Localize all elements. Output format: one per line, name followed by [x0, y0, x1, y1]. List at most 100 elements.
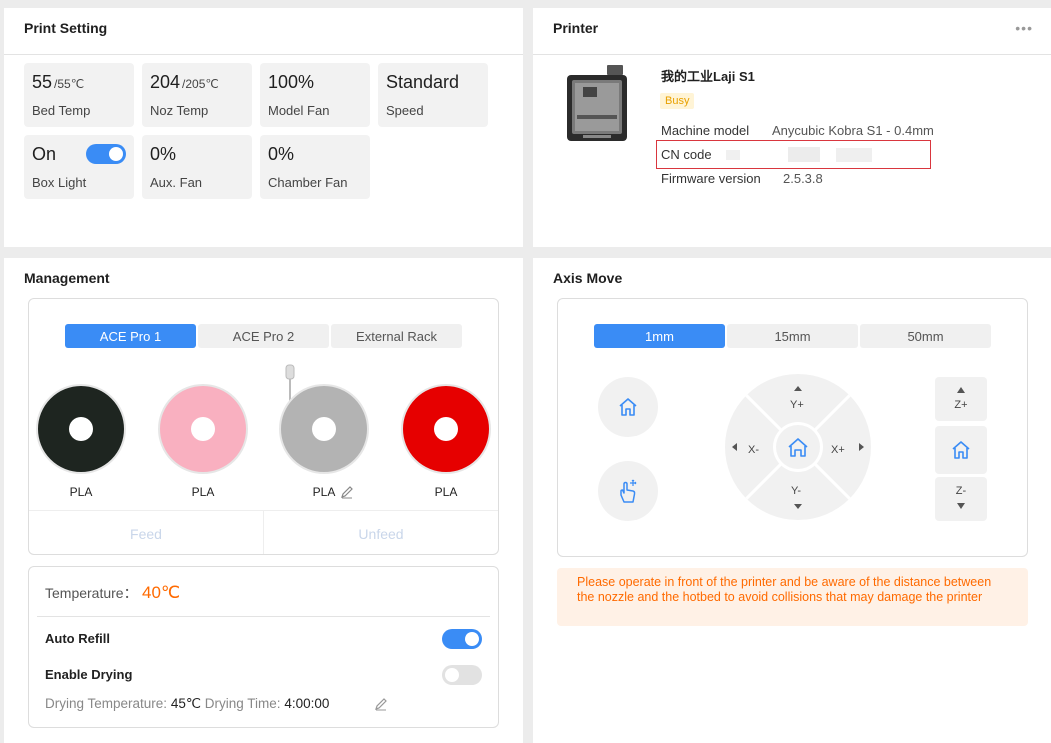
home-all-button[interactable]	[598, 377, 658, 437]
printer-image	[567, 65, 627, 141]
x-plus-label[interactable]: X+	[831, 444, 845, 456]
y-minus-label[interactable]: Y-	[791, 485, 801, 497]
axis-box: 1mm 15mm 50mm Y+ Y- X- X+ Z+ Z-	[557, 298, 1028, 557]
drying-time-value: 4:00:00	[284, 696, 330, 711]
aux-fan-tile[interactable]: 0% Aux. Fan	[142, 135, 252, 199]
step-tabs: 1mm 15mm 50mm	[594, 324, 991, 348]
spool-4-type: PLA	[434, 485, 458, 499]
enable-drying-toggle[interactable]	[442, 665, 482, 685]
cn-code-redacted	[788, 147, 820, 162]
drying-temp-value: 45℃	[170, 696, 202, 711]
aux-fan-label: Aux. Fan	[150, 175, 203, 190]
printer-title: Printer	[553, 20, 599, 36]
bed-temp-tile[interactable]: 55/55℃ Bed Temp	[24, 63, 134, 127]
axis-move-title: Axis Move	[553, 270, 623, 286]
manual-move-button[interactable]	[598, 461, 658, 521]
temperature-value: 40℃	[142, 583, 181, 602]
unfeed-button[interactable]: Unfeed	[263, 511, 498, 554]
ace-tabs: ACE Pro 1 ACE Pro 2 External Rack	[65, 324, 462, 348]
auto-refill-toggle[interactable]	[442, 629, 482, 649]
box-light-label: Box Light	[32, 175, 87, 190]
x-minus-label[interactable]: X-	[748, 444, 759, 456]
z-minus-label: Z-	[955, 485, 967, 497]
xy-joystick	[725, 374, 871, 520]
box-light-value: On	[32, 144, 57, 164]
step-1mm[interactable]: 1mm	[594, 324, 725, 348]
auto-refill-label: Auto Refill	[45, 631, 110, 646]
home-z-button[interactable]	[935, 426, 987, 474]
status-badge: Busy	[660, 93, 695, 109]
z-minus-button[interactable]: Z-	[935, 477, 987, 521]
bed-temp-label: Bed Temp	[32, 103, 91, 118]
bed-temp-target: /55℃	[54, 77, 85, 91]
axis-move-panel: Axis Move 1mm 15mm 50mm Y+ Y- X- X+ Z+ Z…	[533, 258, 1051, 743]
model-fan-label: Model Fan	[268, 103, 330, 118]
speed-tile[interactable]: Standard Speed	[378, 63, 488, 127]
box-light-toggle[interactable]	[86, 144, 126, 164]
speed-label: Speed	[386, 103, 424, 118]
collision-warning: Please operate in front of the printer a…	[557, 568, 1028, 626]
nozzle-temp-tile[interactable]: 204/205℃ Noz Temp	[142, 63, 252, 127]
drying-temp-label: Drying Temperature:	[45, 696, 168, 711]
cn-code-label: CN code	[661, 147, 712, 162]
firmware-label: Firmware version	[661, 171, 761, 186]
speed-value: Standard	[386, 72, 460, 92]
spool-1-icon[interactable]	[36, 384, 126, 474]
nozzle-temp-target: /205℃	[182, 77, 219, 91]
more-dots-icon[interactable]: •••	[1015, 20, 1033, 36]
home-icon	[619, 398, 637, 416]
management-panel: Management ACE Pro 1 ACE Pro 2 External …	[4, 258, 523, 743]
edit-pencil-icon[interactable]	[340, 485, 354, 499]
enable-drying-label: Enable Drying	[45, 667, 133, 682]
model-fan-tile[interactable]: 100% Model Fan	[260, 63, 370, 127]
spool-2-icon[interactable]	[158, 384, 248, 474]
cn-code-redacted	[836, 148, 872, 162]
print-setting-title: Print Setting	[24, 20, 108, 36]
divider	[37, 616, 490, 617]
hand-move-icon	[620, 479, 637, 503]
home-xy-button[interactable]	[776, 425, 820, 469]
print-setting-panel: Print Setting 55/55℃ Bed Temp 204/205℃ N…	[4, 8, 523, 247]
feed-bar: Feed Unfeed	[29, 510, 498, 554]
z-plus-button[interactable]: Z+	[935, 377, 987, 421]
spool-1-type: PLA	[69, 485, 93, 499]
management-title: Management	[24, 270, 110, 286]
divider	[533, 54, 1051, 55]
step-50mm[interactable]: 50mm	[860, 324, 991, 348]
chamber-fan-tile[interactable]: 0% Chamber Fan	[260, 135, 370, 199]
model-fan-value: 100%	[268, 72, 315, 92]
ace-box: ACE Pro 1 ACE Pro 2 External Rack PLA PL…	[28, 298, 499, 555]
drying-info: Drying Temperature: 45℃ Drying Time: 4:0…	[45, 696, 329, 712]
divider	[4, 54, 523, 55]
box-light-tile: On Box Light	[24, 135, 134, 199]
home-icon	[952, 441, 970, 459]
tab-ace-pro-1[interactable]: ACE Pro 1	[65, 324, 196, 348]
bed-temp-value: 55	[32, 72, 53, 92]
feed-button[interactable]: Feed	[29, 511, 263, 554]
arrow-down-icon	[957, 503, 965, 509]
z-plus-label: Z+	[954, 399, 968, 411]
chamber-fan-label: Chamber Fan	[268, 175, 348, 190]
temperature-label: Temperature：	[45, 585, 138, 601]
arrow-up-icon	[957, 387, 965, 393]
nozzle-temp-label: Noz Temp	[150, 103, 209, 118]
chamber-fan-value: 0%	[268, 144, 295, 164]
tab-ace-pro-2[interactable]: ACE Pro 2	[198, 324, 329, 348]
printer-panel: Printer ••• 我的工业Laji S1 Busy Machine mod…	[533, 8, 1051, 247]
nozzle-temp-value: 204	[150, 72, 181, 92]
machine-model-value: Anycubic Kobra S1 - 0.4mm	[772, 123, 934, 138]
dryer-box: Temperature： 40℃ Auto Refill Enable Dryi…	[28, 566, 499, 728]
y-plus-label[interactable]: Y+	[790, 399, 804, 411]
temperature-row: Temperature： 40℃	[45, 583, 180, 603]
spools-area	[36, 364, 491, 474]
step-15mm[interactable]: 15mm	[727, 324, 858, 348]
spool-2-type: PLA	[191, 485, 215, 499]
tab-external-rack[interactable]: External Rack	[331, 324, 462, 348]
firmware-value: 2.5.3.8	[783, 171, 823, 186]
edit-pencil-icon[interactable]	[374, 697, 388, 711]
aux-fan-value: 0%	[150, 144, 177, 164]
drying-time-label: Drying Time:	[204, 696, 281, 711]
machine-model-label: Machine model	[661, 123, 750, 138]
spool-4-icon[interactable]	[401, 384, 491, 474]
spool-3-icon[interactable]	[279, 364, 369, 474]
